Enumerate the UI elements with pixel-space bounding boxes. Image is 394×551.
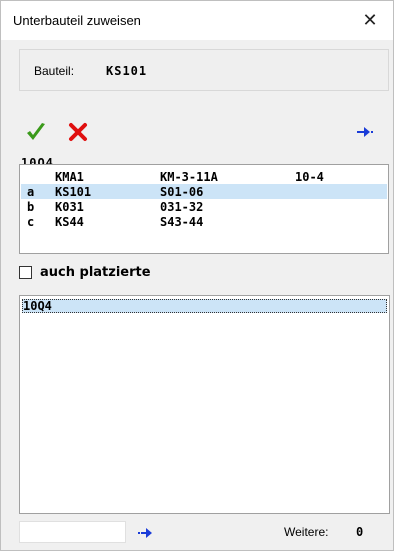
show-placed-checkbox[interactable]: [19, 266, 32, 279]
cancel-button[interactable]: [67, 121, 89, 143]
bauteil-label: Bauteil:: [34, 64, 75, 78]
part-listbox[interactable]: KMA1 KM-3-11A 10-4 a KS101 S01-06 b K031 031-32 c…: [19, 164, 389, 254]
list-cell: S01-06: [160, 185, 204, 199]
assignment-listbox[interactable]: 10Q4: [19, 295, 390, 514]
list-cell: K031: [55, 200, 84, 214]
list-cell: KM-3-11A: [160, 170, 218, 184]
go-button[interactable]: [137, 527, 155, 539]
dialog-window: Unterbauteil zuweisen ✕ Bauteil: KS101 1…: [0, 0, 394, 551]
window-title: Unterbauteil zuweisen: [13, 13, 141, 28]
list-cell: 031-32: [160, 200, 204, 214]
list-item[interactable]: b K031 031-32: [21, 199, 387, 214]
cross-icon: [69, 123, 87, 141]
list-item-label: 10Q4: [23, 299, 52, 313]
list-cell: KS44: [55, 215, 84, 229]
confirm-button[interactable]: [25, 121, 47, 143]
list-item[interactable]: 10Q4: [22, 299, 387, 313]
list-cell: KS101: [55, 185, 92, 199]
list-cell: b: [27, 200, 35, 214]
show-placed-label[interactable]: auch platzierte: [40, 265, 151, 280]
bauteil-panel: Bauteil: KS101: [19, 49, 389, 91]
list-cell: c: [27, 215, 35, 229]
list-cell: KMA1: [55, 170, 84, 184]
arrow-right-icon: [357, 127, 373, 137]
weitere-label: Weitere:: [284, 525, 329, 539]
list-cell: S43-44: [160, 215, 204, 229]
weitere-value: 0: [356, 525, 364, 539]
close-button[interactable]: ✕: [347, 1, 393, 40]
list-item[interactable]: c KS44 S43-44: [21, 214, 387, 229]
list-cell: a: [27, 185, 35, 199]
list-item[interactable]: KMA1 KM-3-11A 10-4: [21, 169, 387, 184]
checkmark-icon: [27, 123, 45, 140]
list-cell: 10-4: [295, 170, 324, 184]
list-item[interactable]: a KS101 S01-06: [21, 184, 387, 199]
title-bar: Unterbauteil zuweisen ✕: [1, 1, 393, 40]
next-button[interactable]: [356, 126, 374, 138]
close-icon: ✕: [362, 10, 378, 30]
arrow-right-icon: [138, 528, 152, 538]
search-input[interactable]: [19, 521, 126, 543]
bauteil-value: KS101: [106, 64, 148, 78]
